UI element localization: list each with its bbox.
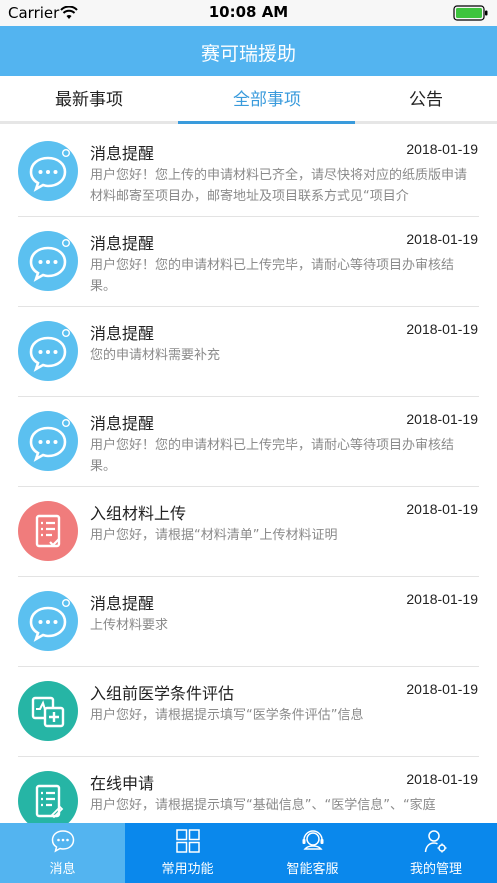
message-bubble-icon (18, 591, 78, 651)
headset-icon (302, 830, 323, 850)
tabbar-label: 智能客服 (286, 862, 339, 877)
message-bubble-icon (18, 321, 78, 381)
grid-icon (175, 829, 200, 853)
tabbar-label: 常用功能 (161, 862, 214, 877)
item-description: 用户您好，请根据提示填写“基础信息”、“医学信息”、“家庭 (90, 798, 436, 813)
document-checklist-icon (18, 501, 78, 561)
item-title: 消息提醒 (90, 594, 155, 613)
tabbar-common-functions[interactable]: 常用功能 (125, 823, 250, 883)
bottom-tab-bar: 消息 常用功能 智能客服 我的管理 (0, 823, 497, 883)
list-item[interactable]: 消息提醒 2018-01-19 用户您好！您的申请材料已上传完毕，请耐心等待项目办审… (0, 397, 497, 487)
item-title: 在线申请 (90, 774, 155, 793)
list-item[interactable]: 消息提醒 2018-01-19 您的申请材料需要补充 (0, 307, 497, 397)
item-description: 用户您好！您的申请材料已上传完毕，请耐心等待项目办审核结果。 (90, 258, 455, 294)
page-title: 赛可瑞援助 (200, 43, 296, 65)
online-application-icon (18, 771, 78, 823)
clock: 10:08 AM (208, 3, 289, 21)
chat-icon (51, 830, 74, 853)
tabbar-label: 我的管理 (409, 862, 462, 877)
message-bubble-icon (18, 411, 78, 471)
item-title: 消息提醒 (90, 144, 155, 163)
item-description: 用户您好，请根据提示填写“医学条件评估”信息 (90, 708, 364, 723)
item-description: 用户您好，请根据“材料清单”上传材料证明 (90, 528, 338, 543)
item-title: 消息提醒 (90, 414, 155, 433)
item-description: 您的申请材料需要补充 (90, 348, 221, 363)
tabbar-smart-support[interactable]: 智能客服 (250, 823, 375, 883)
message-bubble-icon (18, 231, 78, 291)
item-description: 用户您好！您的申请材料已上传完毕，请耐心等待项目办审核结果。 (90, 438, 455, 474)
item-description: 上传材料要求 (90, 618, 169, 633)
item-date: 2018-01-19 (406, 321, 478, 337)
item-date: 2018-01-19 (406, 591, 478, 607)
list-item[interactable]: 在线申请 2018-01-19 用户您好，请根据提示填写“基础信息”、“医学信息”、… (0, 757, 497, 823)
item-date: 2018-01-19 (406, 411, 478, 427)
medical-assessment-icon (18, 681, 78, 741)
item-date: 2018-01-19 (406, 771, 478, 787)
battery-icon (453, 5, 488, 21)
list-item[interactable]: 入组前医学条件评估 2018-01-19 用户您好，请根据提示填写“医学条件评估”信… (0, 667, 497, 757)
list-item[interactable]: 消息提醒 2018-01-19 用户您好！您的申请材料已上传完毕，请耐心等待项目办审… (0, 217, 497, 307)
item-date: 2018-01-19 (406, 231, 478, 247)
item-date: 2018-01-19 (406, 681, 478, 697)
user-gear-icon (424, 830, 447, 853)
item-title: 入组前医学条件评估 (90, 684, 235, 703)
tab-all[interactable]: 全部事项 (178, 76, 356, 124)
tabbar-label: 消息 (49, 862, 76, 877)
tab-announcements[interactable]: 公告 (355, 76, 497, 124)
status-bar: Carrier 10:08 AM (0, 0, 497, 26)
message-list[interactable]: 消息提醒 2018-01-19 用户您好！您上传的申请材料已齐全，请尽快将对应的纸质… (0, 127, 497, 823)
list-item[interactable]: 消息提醒 2018-01-19 上传材料要求 (0, 577, 497, 667)
tab-latest[interactable]: 最新事项 (0, 76, 178, 124)
item-date: 2018-01-19 (406, 501, 478, 517)
message-bubble-icon (18, 141, 78, 201)
item-description: 用户您好！您上传的申请材料已齐全，请尽快将对应的纸质版申请材料邮寄至项目办，邮寄… (90, 168, 468, 204)
item-title: 入组材料上传 (90, 504, 187, 523)
item-title: 消息提醒 (90, 234, 155, 253)
item-date: 2018-01-19 (406, 141, 478, 157)
list-item[interactable]: 消息提醒 2018-01-19 用户您好！您上传的申请材料已齐全，请尽快将对应的纸质… (0, 127, 497, 217)
nav-bar: 赛可瑞援助 (0, 26, 497, 76)
tabbar-my-management[interactable]: 我的管理 (375, 823, 497, 883)
item-title: 消息提醒 (90, 324, 155, 343)
list-item[interactable]: 入组材料上传 2018-01-19 用户您好，请根据“材料清单”上传材料证明 (0, 487, 497, 577)
category-tabs: 最新事项 全部事项 公告 (0, 76, 497, 124)
tabbar-messages[interactable]: 消息 (0, 823, 125, 883)
active-tab-indicator (178, 121, 355, 124)
